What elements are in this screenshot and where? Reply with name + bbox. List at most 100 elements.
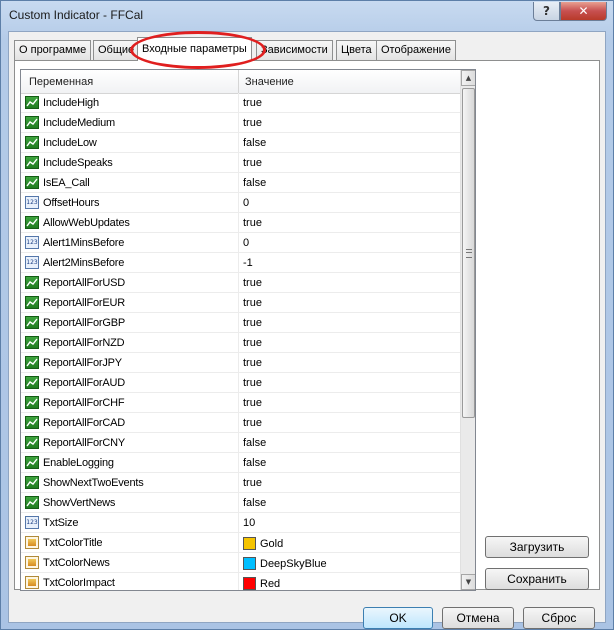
parameter-value[interactable]: true (243, 317, 262, 329)
parameter-value[interactable]: true (243, 477, 262, 489)
save-button[interactable]: Сохранить (485, 568, 589, 590)
parameter-name: ReportAllForUSD (43, 277, 125, 289)
parameter-value[interactable]: true (243, 377, 262, 389)
help-button[interactable]: ? (533, 2, 560, 21)
grid-row[interactable]: ReportAllForEUR true (21, 293, 460, 313)
parameter-value[interactable]: true (243, 337, 262, 349)
load-button[interactable]: Загрузить (485, 536, 589, 558)
cell-divider (238, 173, 239, 193)
vertical-scrollbar[interactable]: ▲ ▼ (460, 70, 475, 590)
parameter-value[interactable]: false (243, 177, 266, 189)
parameter-value[interactable]: true (243, 297, 262, 309)
parameter-value[interactable]: 0 (243, 237, 249, 249)
boolean-type-icon (25, 276, 39, 289)
cell-divider (238, 113, 239, 133)
grid-row[interactable]: 123 TxtSize 10 (21, 513, 460, 533)
grid-row[interactable]: ReportAllForGBP true (21, 313, 460, 333)
grid-row[interactable]: ReportAllForCAD true (21, 413, 460, 433)
parameter-value[interactable]: Red (243, 577, 280, 590)
parameter-value[interactable]: false (243, 137, 266, 149)
grid-row[interactable]: ReportAllForJPY true (21, 353, 460, 373)
parameter-name: ReportAllForCHF (43, 397, 125, 409)
parameter-value[interactable]: true (243, 277, 262, 289)
boolean-type-icon (25, 136, 39, 149)
parameter-value[interactable]: 10 (243, 517, 255, 529)
grid-row[interactable]: IncludeHigh true (21, 93, 460, 113)
scroll-up-arrow-icon[interactable]: ▲ (461, 70, 475, 86)
parameter-value[interactable]: false (243, 497, 266, 509)
grid-row[interactable]: AllowWebUpdates true (21, 213, 460, 233)
parameter-value-text: 0 (243, 197, 250, 209)
grid-row[interactable]: ReportAllForCHF true (21, 393, 460, 413)
close-button[interactable]: ✕ (560, 2, 607, 21)
parameter-name: ReportAllForNZD (43, 337, 125, 349)
boolean-type-icon (25, 456, 39, 469)
tab-common[interactable]: Общие (93, 40, 140, 60)
cell-divider (238, 273, 239, 293)
cell-divider (238, 413, 239, 433)
grid-row[interactable]: ShowVertNews false (21, 493, 460, 513)
grid-row[interactable]: 123 OffsetHours 0 (21, 193, 460, 213)
cell-divider (238, 513, 239, 533)
tab-display[interactable]: Отображение (376, 40, 456, 60)
scroll-down-arrow-icon[interactable]: ▼ (461, 574, 475, 590)
parameter-value[interactable]: true (243, 97, 262, 109)
grid-row[interactable]: TxtColorImpact Red (21, 573, 460, 590)
parameter-value-text: false (243, 437, 267, 449)
ok-button[interactable]: OK (363, 607, 433, 629)
grid-row[interactable]: IncludeLow false (21, 133, 460, 153)
grid-row[interactable]: IsEA_Call false (21, 173, 460, 193)
cell-divider (238, 393, 239, 413)
column-header-value[interactable]: Значение (245, 76, 294, 88)
scrollbar-thumb[interactable] (462, 88, 475, 418)
parameter-name: Alert1MinsBefore (43, 237, 125, 249)
tab-dependencies[interactable]: Зависимости (256, 40, 333, 60)
parameter-name: ReportAllForAUD (43, 377, 125, 389)
grid-row[interactable]: ReportAllForUSD true (21, 273, 460, 293)
grid-row[interactable]: 123 Alert2MinsBefore -1 (21, 253, 460, 273)
parameter-value[interactable]: true (243, 217, 262, 229)
color-swatch (243, 577, 256, 590)
parameter-name: TxtColorTitle (43, 537, 103, 549)
grid-row[interactable]: TxtColorNews DeepSkyBlue (21, 553, 460, 573)
tab-input-parameters[interactable]: Входные параметры (137, 37, 252, 61)
grid-row[interactable]: IncludeSpeaks true (21, 153, 460, 173)
parameter-value-text: true (243, 357, 262, 369)
tab-about[interactable]: О программе (14, 40, 92, 60)
parameter-name: TxtColorNews (43, 557, 110, 569)
parameter-name: IncludeLow (43, 137, 97, 149)
grid-row[interactable]: ShowNextTwoEvents true (21, 473, 460, 493)
column-header-variable[interactable]: Переменная (29, 76, 93, 88)
parameter-value[interactable]: true (243, 157, 262, 169)
parameter-value[interactable]: true (243, 417, 262, 429)
grid-row[interactable]: TxtColorTitle Gold (21, 533, 460, 553)
grid-row[interactable]: IncludeMedium true (21, 113, 460, 133)
title-bar[interactable]: Custom Indicator - FFCal ? ✕ (1, 1, 613, 31)
grid-row[interactable]: ReportAllForNZD true (21, 333, 460, 353)
parameters-grid[interactable]: Переменная Значение IncludeHigh true Inclu… (20, 69, 476, 591)
grid-rows: IncludeHigh true IncludeMedium true IncludeL… (21, 93, 460, 590)
reset-button[interactable]: Сброс (523, 607, 595, 629)
parameter-value-text: true (243, 317, 262, 329)
cell-divider (238, 253, 239, 273)
parameter-value[interactable]: false (243, 457, 266, 469)
column-divider[interactable] (238, 70, 239, 93)
parameter-value[interactable]: DeepSkyBlue (243, 557, 327, 570)
parameter-value[interactable]: true (243, 357, 262, 369)
cell-divider (238, 453, 239, 473)
parameter-value[interactable]: true (243, 397, 262, 409)
grid-row[interactable]: 123 Alert1MinsBefore 0 (21, 233, 460, 253)
grid-row[interactable]: ReportAllForAUD true (21, 373, 460, 393)
cancel-button[interactable]: Отмена (442, 607, 514, 629)
color-type-icon (25, 576, 39, 589)
tab-colors[interactable]: Цвета (336, 40, 377, 60)
parameter-value[interactable]: true (243, 117, 262, 129)
parameter-value[interactable]: -1 (243, 257, 253, 269)
parameter-value[interactable]: false (243, 437, 266, 449)
cell-divider (238, 213, 239, 233)
close-icon: ✕ (578, 4, 589, 18)
parameter-value[interactable]: Gold (243, 537, 283, 550)
grid-row[interactable]: ReportAllForCNY false (21, 433, 460, 453)
grid-row[interactable]: EnableLogging false (21, 453, 460, 473)
parameter-value[interactable]: 0 (243, 197, 249, 209)
